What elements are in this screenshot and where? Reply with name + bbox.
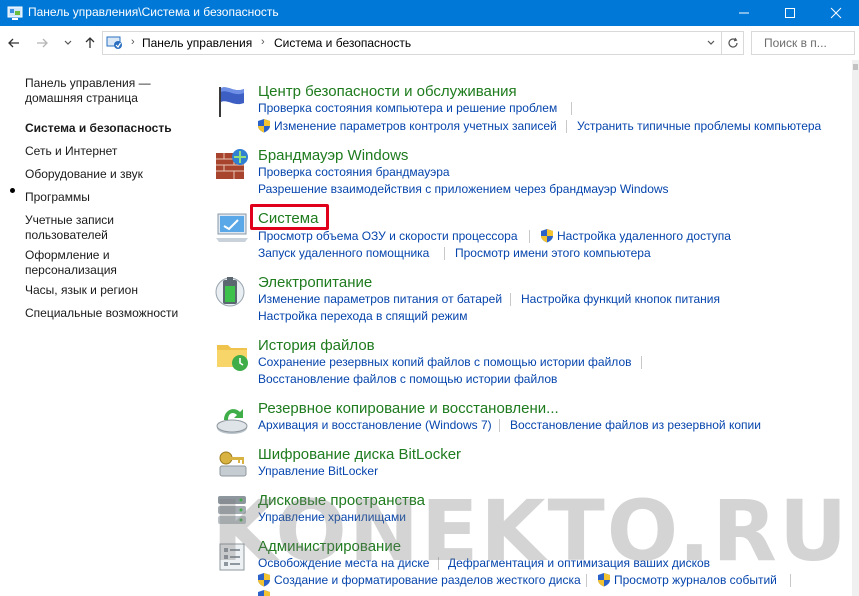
- breadcrumb-separator: ›: [131, 36, 135, 48]
- link-restore-from-backup[interactable]: Восстановление файлов из резервной копии: [510, 418, 761, 433]
- link-separator: [571, 102, 572, 115]
- maximize-icon: [785, 8, 795, 18]
- watermark: KONEKTO.RU: [212, 482, 850, 580]
- arrow-up-icon: [85, 37, 95, 48]
- address-bar[interactable]: › Панель управления › Система и безопасн…: [102, 31, 722, 55]
- link-check-computer[interactable]: Проверка состояния компьютера и решение …: [258, 101, 557, 116]
- firewall-icon: [216, 149, 248, 179]
- close-button[interactable]: [813, 0, 859, 26]
- maximize-button[interactable]: [767, 0, 813, 26]
- backup-icon: [216, 409, 248, 434]
- back-button[interactable]: [4, 33, 24, 53]
- file-history-icon: [217, 345, 248, 371]
- forward-button[interactable]: [32, 33, 52, 53]
- link-separator: [529, 230, 530, 243]
- category-title[interactable]: История файлов: [258, 337, 375, 355]
- link-separator: [444, 247, 445, 260]
- link-uac-settings[interactable]: Изменение параметров контроля учетных за…: [274, 119, 557, 134]
- sidebar-item-appearance[interactable]: персонализация: [25, 263, 117, 278]
- scrollbar-thumb[interactable]: [853, 64, 858, 70]
- link-sleep-settings[interactable]: Настройка перехода в спящий режим: [258, 309, 467, 324]
- sidebar-item-clock-region[interactable]: Часы, язык и регион: [25, 283, 138, 298]
- category-title[interactable]: Шифрование диска BitLocker: [258, 446, 461, 464]
- category-title[interactable]: Резервное копирование и восстановлени...: [258, 400, 559, 418]
- link-file-history-backup[interactable]: Сохранение резервных копий файлов с помо…: [258, 355, 632, 370]
- arrow-right-icon: [37, 38, 48, 48]
- link-file-history-restore[interactable]: Восстановление файлов с помощью истории …: [258, 372, 557, 387]
- chevron-down-icon[interactable]: [705, 37, 717, 49]
- active-bullet: [10, 188, 15, 193]
- link-firewall-allow-app[interactable]: Разрешение взаимодействия с приложением …: [258, 182, 669, 197]
- sidebar-item-user-accounts[interactable]: Учетные записи: [25, 213, 114, 228]
- category-title[interactable]: Электропитание: [258, 274, 372, 292]
- uac-shield-icon: [258, 590, 270, 596]
- close-icon: [830, 7, 842, 19]
- link-battery-settings[interactable]: Изменение параметров питания от батарей: [258, 292, 502, 307]
- uac-shield-icon: [258, 119, 270, 133]
- arrow-left-icon: [8, 38, 19, 48]
- link-separator: [510, 293, 511, 306]
- sidebar-item-home[interactable]: домашняя страница: [25, 91, 138, 106]
- link-separator: [499, 419, 500, 432]
- refresh-button[interactable]: [722, 31, 744, 55]
- link-separator: [641, 356, 642, 369]
- search-box[interactable]: Поиск в п...: [751, 31, 855, 55]
- search-placeholder: Поиск в п...: [764, 36, 827, 50]
- link-computer-name[interactable]: Просмотр имени этого компьютера: [455, 246, 651, 261]
- recent-locations-button[interactable]: [58, 33, 78, 53]
- sidebar-item-user-accounts[interactable]: пользователей: [25, 228, 108, 243]
- link-backup-win7[interactable]: Архивация и восстановление (Windows 7): [258, 418, 492, 433]
- bitlocker-icon: [219, 451, 247, 477]
- sidebar-item-system-security[interactable]: Система и безопасность: [25, 121, 172, 136]
- link-separator: [566, 120, 567, 133]
- uac-shield-icon: [541, 229, 553, 243]
- control-panel-icon: [7, 6, 23, 20]
- link-power-buttons[interactable]: Настройка функций кнопок питания: [521, 292, 720, 307]
- category-title[interactable]: Центр безопасности и обслуживания: [258, 83, 517, 101]
- window-title: Панель управления\Система и безопасность: [28, 5, 279, 19]
- vertical-scrollbar[interactable]: [852, 60, 859, 596]
- navigation-bar: › Панель управления › Система и безопасн…: [0, 26, 859, 60]
- breadcrumb-separator: ›: [261, 36, 265, 48]
- up-button[interactable]: [80, 33, 100, 53]
- link-remote-access[interactable]: Настройка удаленного доступа: [557, 229, 731, 244]
- minimize-icon: [739, 12, 749, 14]
- sidebar-item-home[interactable]: Панель управления —: [25, 76, 151, 91]
- computer-icon: [216, 213, 248, 242]
- link-troubleshoot[interactable]: Устранить типичные проблемы компьютера: [577, 119, 821, 134]
- link-firewall-status[interactable]: Проверка состояния брандмауэра: [258, 165, 450, 180]
- control-panel-icon: [106, 36, 122, 49]
- breadcrumb-control-panel[interactable]: Панель управления: [142, 36, 252, 50]
- sidebar-item-accessibility[interactable]: Специальные возможности: [25, 306, 178, 321]
- sidebar-item-network[interactable]: Сеть и Интернет: [25, 144, 117, 159]
- link-remote-assistance[interactable]: Запуск удаленного помощника: [258, 246, 429, 261]
- minimize-button[interactable]: [721, 0, 767, 26]
- category-title[interactable]: Брандмауэр Windows: [258, 147, 408, 165]
- refresh-icon: [727, 37, 738, 48]
- flag-icon: [219, 87, 244, 117]
- highlight-box: [250, 204, 329, 230]
- breadcrumb-system-security[interactable]: Система и безопасность: [274, 36, 411, 50]
- sidebar-item-programs[interactable]: Программы: [25, 190, 90, 205]
- link-manage-bitlocker[interactable]: Управление BitLocker: [258, 464, 378, 479]
- chevron-down-icon: [64, 40, 72, 45]
- sidebar-item-appearance[interactable]: Оформление и: [25, 248, 110, 263]
- link-ram-cpu[interactable]: Просмотр объема ОЗУ и скорости процессор…: [258, 229, 518, 244]
- battery-icon: [215, 277, 245, 307]
- sidebar-item-hardware[interactable]: Оборудование и звук: [25, 167, 143, 182]
- title-bar: Панель управления\Система и безопасность: [0, 0, 859, 26]
